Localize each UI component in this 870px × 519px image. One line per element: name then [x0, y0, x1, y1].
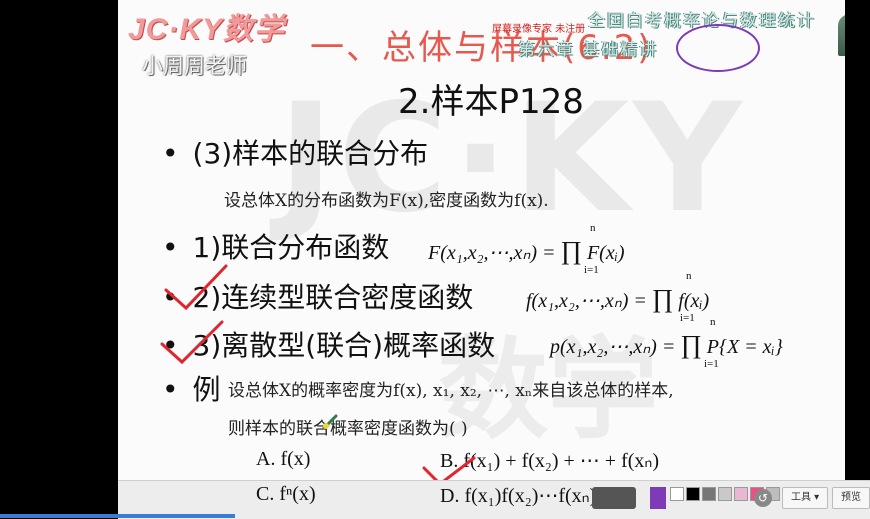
product-symbol: ∏: [680, 330, 702, 359]
item-1-formula: F(x₁,x₂,⋯,xₙ) = ∏ F(xᵢ): [428, 236, 625, 266]
tools-label: 工具: [791, 492, 811, 503]
check-mark-icon: [422, 456, 476, 480]
color-swatch-light-pink[interactable]: [734, 487, 748, 501]
choice-d: D. f(x₁)f(x₂)⋯f(xₙ): [440, 485, 597, 507]
chapter-title: 第六章 基础精讲: [518, 40, 659, 60]
choice-a: A. f(x): [256, 448, 311, 470]
example-mark: 例: [192, 373, 221, 406]
undo-icon[interactable]: ↺: [754, 489, 772, 507]
pen-cursor-icon: [322, 414, 338, 430]
product-lower-limit: i=1: [584, 264, 599, 276]
bullet-dot: •: [162, 373, 179, 406]
current-color-swatch[interactable]: [650, 487, 666, 509]
item-2-label: 2)连续型联合密度函数: [192, 281, 474, 314]
bullet-example: • 例: [162, 368, 221, 408]
item-2-formula: f(x₁,x₂,⋯,xₙ) = ∏ f(xᵢ): [526, 284, 709, 314]
item-3-formula: p(x₁,x₂,⋯,xₙ) = ∏ P{X = xᵢ}: [550, 330, 783, 360]
item-1-label: 1)联合分布函数: [192, 231, 390, 264]
bullet-dot: •: [162, 137, 179, 170]
choice-c: C. fⁿ(x): [256, 483, 316, 505]
annotation-circle: [676, 24, 760, 72]
premise-text: 设总体X的分布函数为F(x),密度函数为f(x).: [224, 191, 549, 211]
formula-right: F(xᵢ): [581, 242, 625, 264]
pen-tool-button[interactable]: [592, 487, 636, 509]
channel-logo: JC·KY数学: [128, 13, 286, 46]
tools-button[interactable]: 工具 ▾: [782, 487, 829, 509]
bullet-item-1: • 1)联合分布函数: [162, 226, 389, 266]
item-3-label: 3)离散型(联合)概率函数: [192, 329, 496, 362]
formula-left: f(x₁,x₂,⋯,xₙ) =: [526, 290, 652, 312]
product-symbol: ∏: [560, 236, 582, 265]
product-lower-limit: i=1: [704, 358, 719, 370]
example-line-2: 则样本的联合概率密度函数为( ): [228, 419, 468, 439]
bullet-dot: •: [162, 231, 179, 264]
product-upper-limit: n: [590, 222, 596, 234]
bullet-joint-distribution: • (3)样本的联合分布: [162, 132, 428, 172]
product-upper-limit: n: [710, 316, 716, 328]
video-progress-bar[interactable]: [0, 514, 235, 518]
color-swatch-light-gray[interactable]: [718, 487, 732, 501]
presenter-avatar: [838, 14, 845, 56]
formula-left: p(x₁,x₂,⋯,xₙ) =: [550, 336, 681, 358]
check-mark-icon: [160, 320, 224, 365]
recorder-badge: 屏幕录像专家 未注册: [492, 24, 586, 35]
check-mark-icon: [164, 264, 228, 311]
formula-right: P{X = xᵢ}: [701, 336, 783, 358]
left-letterbox: [0, 0, 118, 518]
formula-left: F(x₁,x₂,⋯,xₙ) =: [428, 242, 561, 264]
color-swatch-black[interactable]: [686, 487, 700, 501]
bullet-text: (3)样本的联合分布: [192, 137, 429, 170]
right-letterbox: [845, 0, 870, 518]
color-swatch-white[interactable]: [670, 487, 684, 501]
product-upper-limit: n: [686, 270, 692, 282]
product-symbol: ∏: [651, 284, 674, 313]
teacher-name: 小周周老师: [142, 54, 247, 78]
product-lower-limit: i=1: [680, 312, 695, 324]
color-swatch-gray[interactable]: [702, 487, 716, 501]
slide-subtitle: 2.样本P128: [398, 82, 584, 122]
formula-right: f(xᵢ): [673, 290, 710, 312]
example-line-1: 设总体X的概率密度为f(x), x₁, x₂, ⋯, xₙ来自该总体的样本,: [228, 381, 674, 401]
slide-canvas: JC·KY 数学 JC·KY数学 小周周老师 一、总体与样本(6.2) 屏幕录像…: [118, 0, 845, 480]
preview-button[interactable]: 预览: [832, 487, 870, 509]
